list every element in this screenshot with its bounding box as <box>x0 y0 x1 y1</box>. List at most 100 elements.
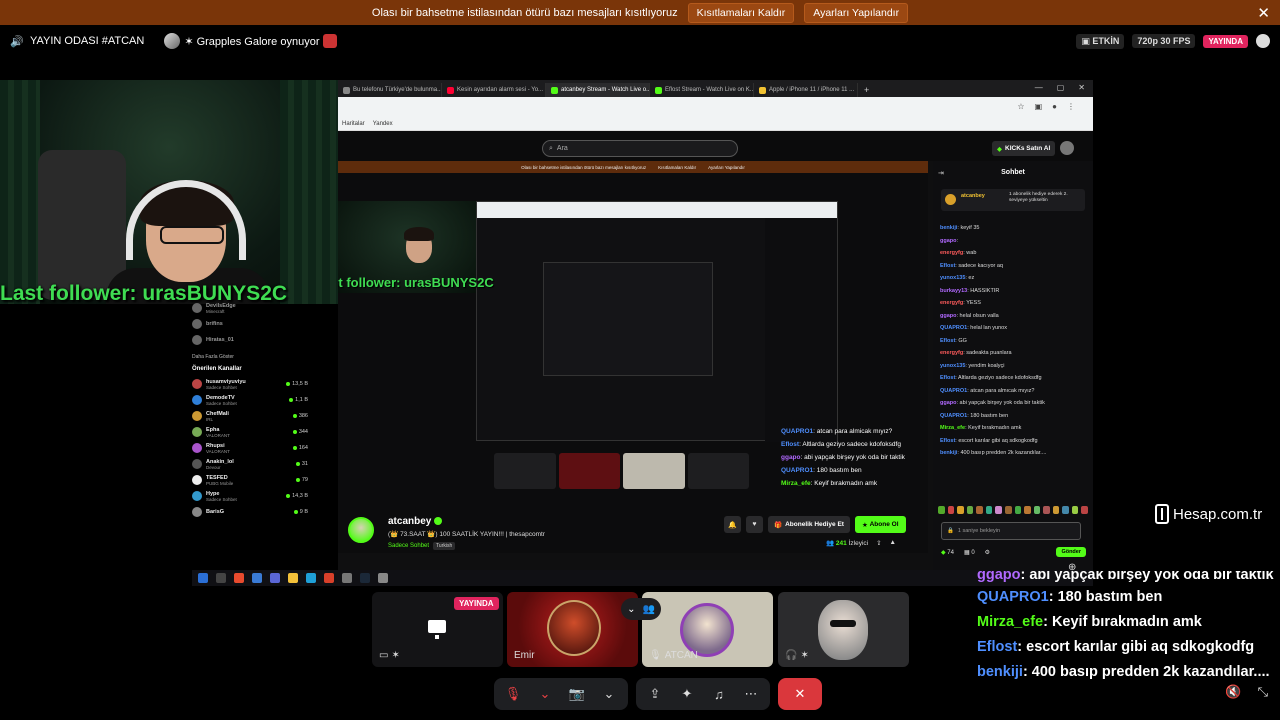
recommended-channel[interactable]: BarisG 9 B <box>192 504 308 520</box>
recommended-channel[interactable]: ChefMali IRL 386 <box>192 408 308 424</box>
browser-tab[interactable]: Eflost Stream - Watch Live on K...✕ <box>650 83 754 97</box>
emote-icon[interactable] <box>1081 506 1088 514</box>
warning-icon[interactable]: ▲ <box>890 539 896 547</box>
activities-icon[interactable]: ✦ <box>676 683 698 705</box>
emote-icon[interactable] <box>1014 506 1022 514</box>
recommended-channel[interactable]: DemodeTV Sadece Sohbet 1,1 B <box>192 392 308 408</box>
recommended-channel[interactable]: Rhupsi VALORANT 164 <box>192 440 308 456</box>
maximize-icon[interactable]: ▢ <box>1057 83 1065 92</box>
chat-username[interactable]: Mirza_efe <box>781 480 811 487</box>
notification-bell-icon[interactable]: 🔔 <box>724 516 741 533</box>
chat-username[interactable]: QUAPRO1 <box>940 388 967 394</box>
menu-icon[interactable]: ⋮ <box>1067 102 1075 111</box>
chevron-down-icon[interactable]: ⌄ <box>598 683 620 705</box>
emote-icon[interactable] <box>976 506 983 514</box>
close-icon[interactable]: ✕ <box>1257 4 1270 22</box>
sidebar-channel[interactable]: DevilsEdge Minecraft <box>192 300 308 316</box>
chat-username[interactable]: Eflost <box>940 375 955 381</box>
windows-start-icon[interactable] <box>198 573 208 583</box>
participant-tile-atcan[interactable]: 🎙 ATCAN <box>642 592 773 667</box>
chat-username[interactable]: Mirza_efe <box>940 425 965 431</box>
chat-username[interactable]: Eflost <box>781 441 799 448</box>
participant-tile-guest[interactable]: 🎧 ✶ <box>778 592 909 667</box>
recommended-channel[interactable]: TESFED PUBG Mobile 79 <box>192 472 308 488</box>
chat-username[interactable]: Eflost <box>940 263 955 269</box>
obs-icon[interactable] <box>324 573 334 583</box>
channel-name[interactable]: atcanbey <box>388 516 431 527</box>
folder-icon[interactable] <box>288 573 298 583</box>
tile-hover-controls[interactable]: ⌄ 👥 <box>621 598 661 620</box>
buy-kicks-button[interactable]: ◆ KICKs Satın Al <box>992 141 1056 156</box>
subscribe-button[interactable]: ★ Abone Ol <box>854 516 906 533</box>
share-icon[interactable]: ⇪ <box>876 539 881 547</box>
chat-username[interactable]: ggapo <box>940 238 957 244</box>
sidebar-channel[interactable]: Hiratas_01 <box>192 332 308 348</box>
bookmark-item[interactable]: Haritalar <box>342 121 365 127</box>
shield-icon[interactable] <box>252 573 262 583</box>
chat-username[interactable]: benkiji <box>940 225 957 231</box>
chat-username[interactable]: QUAPRO1 <box>940 325 967 331</box>
chat-username[interactable]: energyfg <box>940 300 963 306</box>
gift-sub-button[interactable]: 🎁 Abonelik Hediye Et <box>768 516 850 533</box>
points-row[interactable]: ◆ 74 <box>941 549 954 556</box>
profile-icon[interactable]: ● <box>1052 102 1057 111</box>
exit-fullscreen-icon[interactable]: ⤡ <box>1258 684 1268 700</box>
chevron-down-icon[interactable]: ⌄ <box>534 683 556 705</box>
extension-icon[interactable]: ▣ <box>1035 102 1043 111</box>
chat-username[interactable]: benkiji <box>940 450 957 456</box>
search-icon[interactable] <box>216 573 226 583</box>
screen-share-tile[interactable]: YAYINDA ▭ ✶ <box>372 592 503 667</box>
chat-username[interactable]: yunox135 <box>940 275 965 281</box>
soundboard-icon[interactable]: ♫ <box>708 683 730 705</box>
screen-share-icon[interactable]: ⇪ <box>644 683 666 705</box>
language-tag[interactable]: Turkish <box>433 542 456 550</box>
emote-icon[interactable] <box>947 506 955 514</box>
app-icon[interactable] <box>378 573 388 583</box>
emote-icon[interactable] <box>966 506 974 514</box>
browser-tab[interactable]: Apple / iPhone 11 / iPhone 11 ...✕ <box>754 83 858 97</box>
browser-tab[interactable]: Bu telefonu Türkiye'de bulunma...✕ <box>338 83 442 97</box>
chat-username[interactable]: burkayy13 <box>940 288 967 294</box>
emote-icon[interactable] <box>1062 506 1069 514</box>
heart-icon[interactable]: ♥ <box>746 516 763 533</box>
emote-icon[interactable] <box>985 506 993 514</box>
more-icon[interactable]: ⋯ <box>740 683 762 705</box>
emote-icon[interactable] <box>1052 506 1060 514</box>
camera-off-icon[interactable]: 📷 <box>566 683 588 705</box>
chrome-icon[interactable] <box>234 573 244 583</box>
sidebar-channel[interactable]: brifins <box>192 316 308 332</box>
channel-name-row[interactable]: atcanbey <box>388 516 443 527</box>
chat-username[interactable]: QUAPRO1 <box>940 413 967 419</box>
close-window-icon[interactable]: ✕ <box>1078 83 1085 92</box>
chat-username[interactable]: ggapo <box>940 400 957 406</box>
settings-icon[interactable]: ⚙ <box>985 549 990 556</box>
chat-username[interactable]: Eflost <box>940 338 955 344</box>
browser-tab[interactable]: Kesin ayarıdan alarm sesi - Yo...✕ <box>442 83 546 97</box>
emote-icon[interactable] <box>995 506 1002 514</box>
chat-username[interactable]: ggapo <box>781 454 801 461</box>
new-tab-icon[interactable]: + <box>864 85 869 95</box>
chat-username[interactable]: QUAPRO1 <box>781 428 813 435</box>
emote-icon[interactable] <box>938 506 945 514</box>
stream-category[interactable]: Sadece Sohbet <box>388 543 429 549</box>
emote-icon[interactable] <box>1024 506 1031 514</box>
emote-icon[interactable] <box>1071 506 1079 514</box>
volume-muted-icon[interactable]: 🔇 <box>1225 684 1241 700</box>
channel-avatar[interactable] <box>348 517 374 543</box>
chat-username[interactable]: Eflost <box>940 438 955 444</box>
chat-username[interactable]: energyfg <box>940 350 963 356</box>
window-controls[interactable]: — ▢ ✕ <box>1035 83 1085 92</box>
emote-icon[interactable] <box>1043 506 1050 514</box>
chevron-down-icon[interactable]: ⌄ <box>627 604 635 615</box>
address-bar[interactable]: ☆ ▣ ● ⋮ <box>338 97 1093 117</box>
bookmark-item[interactable]: Yandex <box>373 121 393 127</box>
chat-input[interactable]: 🔒 1 saniye bekleyin <box>941 522 1081 540</box>
app-icon[interactable] <box>306 573 316 583</box>
emote-icon[interactable] <box>957 506 964 514</box>
chat-username[interactable]: ggapo <box>940 313 957 319</box>
recommended-channel[interactable]: Hype Sadece Sohbet 14,3 B <box>192 488 308 504</box>
show-more-link[interactable]: Daha Fazla Göster <box>192 354 308 360</box>
close-tab-icon[interactable]: ✕ <box>857 87 858 94</box>
shared-screen-browser[interactable]: Bu telefonu Türkiye'de bulunma...✕Kesin … <box>338 80 1093 586</box>
activity-badge[interactable]: ▣ ETKİN <box>1076 33 1125 49</box>
